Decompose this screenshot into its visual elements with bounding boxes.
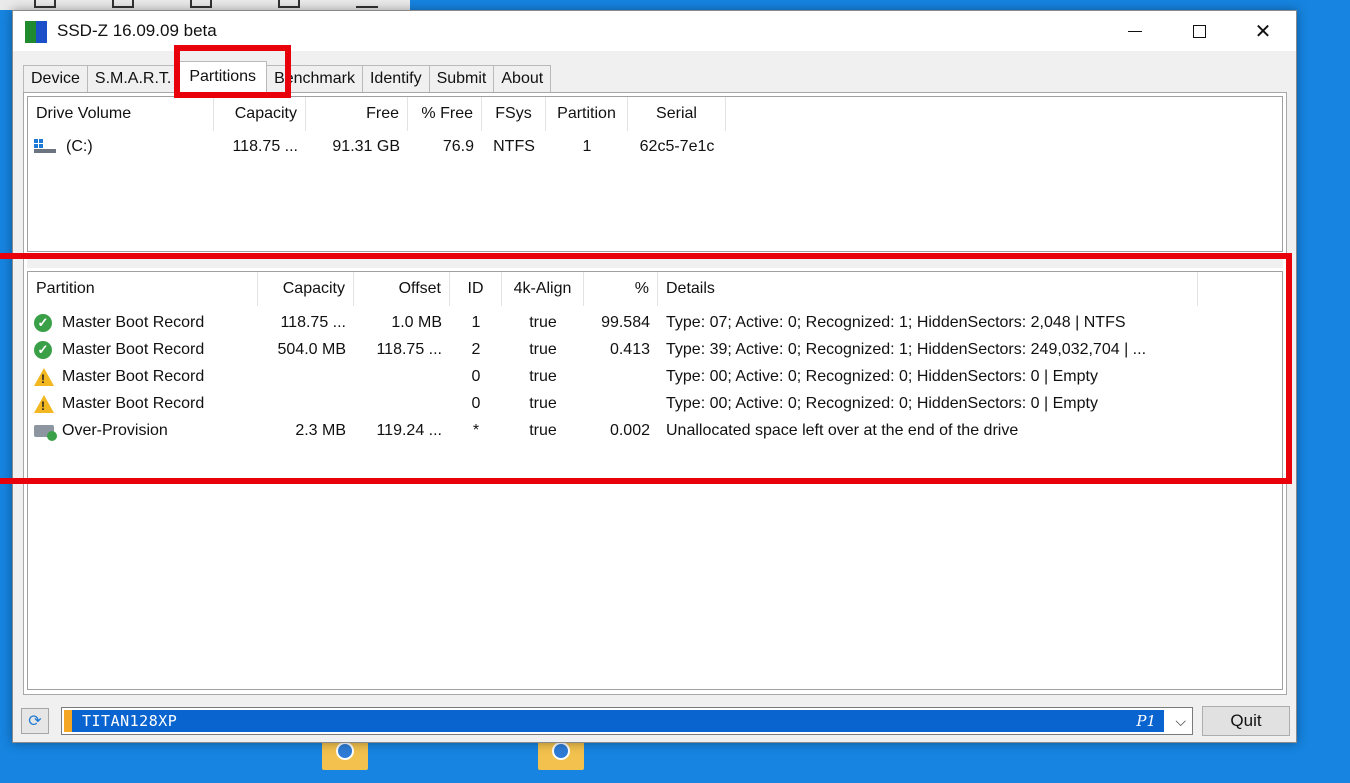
app-icon xyxy=(25,21,47,43)
tab-submit[interactable]: Submit xyxy=(428,65,495,92)
col-serial[interactable]: Serial xyxy=(628,97,726,131)
minimize-button[interactable] xyxy=(1103,11,1167,51)
minimize-icon xyxy=(1128,30,1142,32)
cell-pct-free: 76.9 xyxy=(442,138,474,155)
close-icon: ✕ xyxy=(1254,20,1272,43)
cell-partition: 1 xyxy=(582,138,592,155)
refresh-button[interactable]: ⟳ xyxy=(21,708,49,734)
tab-smart[interactable]: S.M.A.R.T. xyxy=(86,65,180,92)
cell-fsys: NTFS xyxy=(493,138,535,155)
col-free[interactable]: Free xyxy=(306,97,408,131)
desktop-toolbar-icon xyxy=(34,0,56,8)
col-partition[interactable]: Partition xyxy=(546,97,628,131)
highlight-partitions-list xyxy=(0,253,1292,484)
drive-name: TITAN128XP xyxy=(82,712,178,730)
cell-serial: 62c5-7e1c xyxy=(639,138,715,155)
desktop-folder-icon[interactable] xyxy=(538,740,584,770)
desktop-window-behind xyxy=(0,0,410,10)
tab-identify[interactable]: Identify xyxy=(361,65,430,92)
volumes-list[interactable]: Drive Volume Capacity Free % Free FSys P… xyxy=(27,96,1283,252)
desktop-toolbar-icon xyxy=(356,0,378,8)
maximize-button[interactable] xyxy=(1167,11,1231,51)
cell-capacity: 118.75 ... xyxy=(232,138,298,155)
quit-button[interactable]: Quit xyxy=(1202,706,1290,736)
col-capacity[interactable]: Capacity xyxy=(214,97,306,131)
refresh-icon: ⟳ xyxy=(28,713,42,730)
cell-free: 91.31 GB xyxy=(332,138,400,155)
close-button[interactable]: ✕ xyxy=(1231,11,1295,51)
cell-drive-volume: (C:) xyxy=(66,138,93,155)
desktop-toolbar-icon xyxy=(278,0,300,8)
tab-device[interactable]: Device xyxy=(23,65,88,92)
desktop-toolbar-icon xyxy=(112,0,134,8)
maximize-icon xyxy=(1192,24,1206,38)
drive-suffix: P1 xyxy=(1136,712,1156,730)
volumes-header: Drive Volume Capacity Free % Free FSys P… xyxy=(28,97,1282,131)
drive-marker xyxy=(64,710,72,732)
col-fsys[interactable]: FSys xyxy=(482,97,546,131)
tab-about[interactable]: About xyxy=(493,65,552,92)
chevron-down-icon[interactable]: ⌵ xyxy=(1175,713,1186,730)
drive-select-value: TITAN128XP P1 xyxy=(64,710,1164,732)
drive-volume-icon xyxy=(34,139,56,153)
volume-row[interactable]: (C:) 118.75 ... 91.31 GB 76.9 NTFS 1 62c… xyxy=(28,133,1282,160)
window-title: SSD-Z 16.09.09 beta xyxy=(57,21,217,40)
col-pct-free[interactable]: % Free xyxy=(408,97,482,131)
desktop-folder-icon[interactable] xyxy=(322,740,368,770)
drive-select[interactable]: TITAN128XP P1 ⌵ xyxy=(61,707,1193,735)
desktop-toolbar-icon xyxy=(190,0,212,8)
highlight-partitions-tab xyxy=(174,45,291,98)
col-drive-volume[interactable]: Drive Volume xyxy=(28,97,214,131)
